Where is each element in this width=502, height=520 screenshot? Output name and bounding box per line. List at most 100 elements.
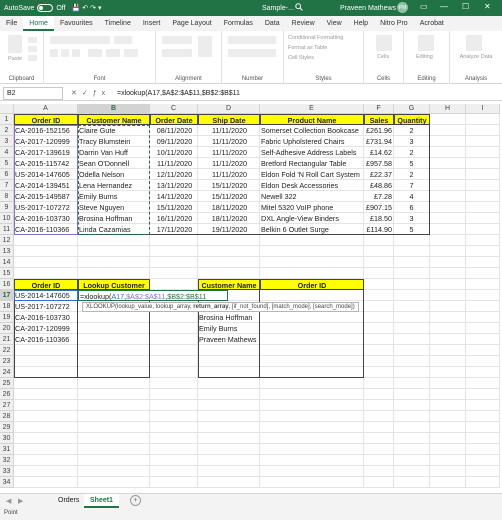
fill-color-icon[interactable] [106, 49, 120, 57]
user-name[interactable]: Praveen Mathews [340, 5, 396, 12]
font-color-icon[interactable] [124, 49, 138, 57]
tab-review[interactable]: Review [286, 16, 321, 31]
horizontal-align-icons[interactable] [162, 49, 192, 57]
copy-icon[interactable] [28, 46, 37, 52]
formula-buttons[interactable]: ✕✓ƒx [71, 89, 111, 97]
conditional-formatting-button[interactable]: Conditional Formatting [288, 35, 343, 41]
row-header-28[interactable]: 28 [0, 411, 14, 422]
maximize-icon[interactable]: ☐ [462, 2, 469, 11]
row-header-5[interactable]: 5 [0, 158, 14, 169]
row-header-30[interactable]: 30 [0, 433, 14, 444]
column-header-i[interactable]: I [466, 104, 500, 114]
sheet-nav-next-icon[interactable]: ▶ [18, 497, 23, 505]
quick-access-icons[interactable]: 💾↶↷▾ [72, 4, 104, 12]
row-header-8[interactable]: 8 [0, 191, 14, 202]
row-header-11[interactable]: 11 [0, 224, 14, 235]
tab-data[interactable]: Data [259, 16, 286, 31]
row-header-4[interactable]: 4 [0, 147, 14, 158]
search-icon[interactable] [295, 3, 303, 13]
cell-styles-button[interactable]: Cell Styles [288, 55, 314, 61]
wrap-merge-icons[interactable] [198, 36, 212, 57]
column-header-d[interactable]: D [198, 104, 260, 114]
row-header-9[interactable]: 9 [0, 202, 14, 213]
tab-help[interactable]: Help [348, 16, 374, 31]
bold-icon[interactable] [50, 49, 58, 57]
row-header-24[interactable]: 24 [0, 367, 14, 378]
row-header-3[interactable]: 3 [0, 136, 14, 147]
file-name[interactable]: Sample-... [262, 5, 294, 12]
user-avatar[interactable]: PM [397, 2, 408, 13]
spreadsheet-grid[interactable]: A B C D E F G H I 1 2 3 4 5 6 7 8 9 10 11 12 13 14 15 16 17 18 19 20… [0, 104, 500, 488]
name-box[interactable]: B2 [3, 86, 63, 100]
tab-favourites[interactable]: Favourites [54, 16, 99, 31]
tab-acrobat[interactable]: Acrobat [414, 16, 450, 31]
row-header-20[interactable]: 20 [0, 323, 14, 334]
row-header-18[interactable]: 18 [0, 301, 14, 312]
analyze-data-icon[interactable] [466, 35, 482, 51]
row-header-22[interactable]: 22 [0, 345, 14, 356]
row-header-2[interactable]: 2 [0, 125, 14, 136]
tab-timeline[interactable]: Timeline [99, 16, 137, 31]
row-header-21[interactable]: 21 [0, 334, 14, 345]
underline-icon[interactable] [72, 49, 80, 57]
tab-insert[interactable]: Insert [137, 16, 167, 31]
row-header-10[interactable]: 10 [0, 213, 14, 224]
row-header-13[interactable]: 13 [0, 246, 14, 257]
row-header-6[interactable]: 6 [0, 169, 14, 180]
cells-icon[interactable] [376, 35, 392, 51]
active-cell-editor[interactable]: =xlookup(A17,$A$2:$A$11,$B$2:$B$11 [78, 290, 228, 301]
row-header-33[interactable]: 33 [0, 466, 14, 477]
tab-nitro-pro[interactable]: Nitro Pro [374, 16, 414, 31]
ribbon-display-icon[interactable]: ▭ [420, 2, 428, 11]
row-header-25[interactable]: 25 [0, 378, 14, 389]
row-header-23[interactable]: 23 [0, 356, 14, 367]
autosave-toggle[interactable] [37, 4, 54, 12]
row-header-32[interactable]: 32 [0, 455, 14, 466]
column-header-e[interactable]: E [260, 104, 364, 114]
row-header-1[interactable]: 1 [0, 114, 14, 125]
select-all-corner[interactable] [0, 104, 14, 114]
vertical-align-icons[interactable] [162, 36, 192, 44]
borders-icon[interactable] [88, 49, 102, 57]
row-header-31[interactable]: 31 [0, 444, 14, 455]
tab-page-layout[interactable]: Page Layout [166, 16, 217, 31]
tab-home[interactable]: Home [23, 16, 54, 31]
column-header-c[interactable]: C [150, 104, 198, 114]
number-format-select[interactable] [228, 36, 276, 44]
row-header-34[interactable]: 34 [0, 477, 14, 488]
row-header-12[interactable]: 12 [0, 235, 14, 246]
cut-icon[interactable] [28, 37, 37, 43]
paste-icon[interactable] [8, 35, 22, 53]
format-painter-icon[interactable] [28, 55, 37, 61]
font-size-select[interactable] [114, 36, 132, 44]
editing-icon[interactable] [418, 35, 434, 51]
close-icon[interactable]: ✕ [484, 2, 491, 11]
tab-view[interactable]: View [321, 16, 348, 31]
function-tooltip[interactable]: XLOOKUP(lookup_value, lookup_array, retu… [82, 302, 359, 312]
column-header-a[interactable]: A [14, 104, 78, 114]
row-header-16[interactable]: 16 [0, 279, 14, 290]
sheet-nav-prev-icon[interactable]: ◀ [6, 497, 11, 505]
format-as-table-button[interactable]: Format as Table [288, 45, 327, 51]
column-header-g[interactable]: G [394, 104, 430, 114]
column-header-b[interactable]: B [78, 104, 150, 114]
tab-file[interactable]: File [0, 16, 23, 31]
italic-icon[interactable] [61, 49, 69, 57]
number-format-icons[interactable] [228, 49, 276, 57]
font-family-select[interactable] [50, 36, 110, 44]
sheet-tab-sheet1[interactable]: Sheet1 [84, 494, 119, 508]
column-header-h[interactable]: H [430, 104, 466, 114]
row-header-17[interactable]: 17 [0, 290, 14, 301]
row-header-19[interactable]: 19 [0, 312, 14, 323]
row-header-26[interactable]: 26 [0, 389, 14, 400]
row-header-7[interactable]: 7 [0, 180, 14, 191]
sheet-tab-orders[interactable]: Orders [52, 494, 85, 508]
minimize-icon[interactable]: — [440, 2, 448, 11]
column-header-f[interactable]: F [364, 104, 394, 114]
row-header-14[interactable]: 14 [0, 257, 14, 268]
formula-input[interactable]: =xlookup(A17,$A$2:$A$11,$B$2:$B$11 [117, 90, 240, 97]
row-header-29[interactable]: 29 [0, 422, 14, 433]
add-sheet-icon[interactable]: + [130, 495, 141, 506]
row-header-27[interactable]: 27 [0, 400, 14, 411]
row-header-15[interactable]: 15 [0, 268, 14, 279]
